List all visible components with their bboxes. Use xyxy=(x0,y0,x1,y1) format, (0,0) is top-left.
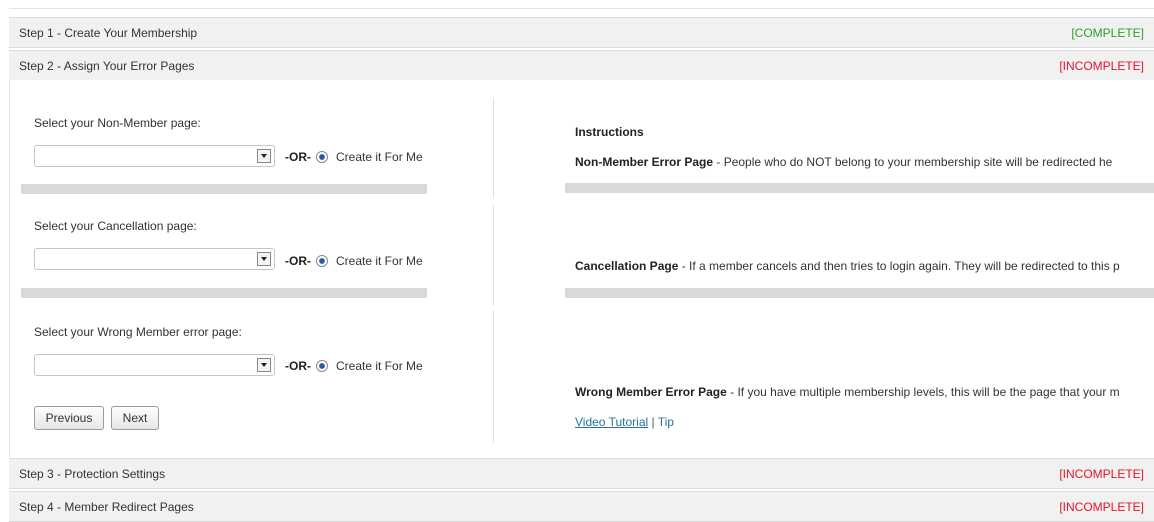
help-links: Video Tutorial | Tip xyxy=(575,415,674,429)
create-for-me-radio-icon[interactable] xyxy=(316,255,328,267)
column-divider xyxy=(493,205,494,305)
instructions-title: Instructions xyxy=(575,125,644,139)
link-separator: | xyxy=(648,415,658,429)
step-2-header[interactable]: Step 2 - Assign Your Error Pages [INCOMP… xyxy=(9,50,1154,81)
step-1-title: Step 1 - Create Your Membership xyxy=(19,26,198,40)
chevron-down-icon[interactable] xyxy=(257,252,271,266)
separator-bar xyxy=(21,288,427,298)
step-2-status: [INCOMPLETE] xyxy=(1059,59,1144,73)
cancellation-select[interactable] xyxy=(34,248,275,270)
top-divider xyxy=(9,8,1154,9)
cancellation-instruction-heading: Cancellation Page xyxy=(575,259,679,273)
cancellation-instruction-text: - If a member cancels and then tries to … xyxy=(678,259,1120,273)
video-tutorial-link[interactable]: Video Tutorial xyxy=(575,415,648,429)
non-member-label: Select your Non-Member page: xyxy=(34,116,201,130)
create-for-me-label[interactable]: Create it For Me xyxy=(336,254,423,268)
wrong-member-instruction-heading: Wrong Member Error Page xyxy=(575,385,727,399)
create-for-me-label[interactable]: Create it For Me xyxy=(336,359,423,373)
non-member-select[interactable] xyxy=(34,145,275,167)
wrong-member-select[interactable] xyxy=(34,354,275,376)
chevron-down-icon[interactable] xyxy=(257,149,271,163)
step-4-title: Step 4 - Member Redirect Pages xyxy=(19,500,194,514)
chevron-down-icon[interactable] xyxy=(257,358,271,372)
step-4-status: [INCOMPLETE] xyxy=(1059,500,1144,514)
create-for-me-radio-icon[interactable] xyxy=(316,151,328,163)
separator-bar xyxy=(565,288,1154,298)
or-label: -OR- xyxy=(285,254,311,268)
column-divider xyxy=(493,310,494,443)
non-member-instruction-text: - People who do NOT belong to your membe… xyxy=(713,155,1113,169)
step-2-title: Step 2 - Assign Your Error Pages xyxy=(19,59,195,73)
wrong-member-label: Select your Wrong Member error page: xyxy=(34,325,242,339)
wrong-member-instruction: Wrong Member Error Page - If you have mu… xyxy=(575,385,1154,399)
non-member-instruction-heading: Non-Member Error Page xyxy=(575,155,714,169)
create-for-me-radio-icon[interactable] xyxy=(316,360,328,372)
separator-bar xyxy=(21,184,427,194)
or-label: -OR- xyxy=(285,150,311,164)
cancellation-label: Select your Cancellation page: xyxy=(34,219,197,233)
create-for-me-label[interactable]: Create it For Me xyxy=(336,150,423,164)
step-3-header[interactable]: Step 3 - Protection Settings [INCOMPLETE… xyxy=(9,458,1154,489)
step-3-title: Step 3 - Protection Settings xyxy=(19,467,166,481)
tip-link[interactable]: Tip xyxy=(658,415,674,429)
or-label: -OR- xyxy=(285,359,311,373)
next-button[interactable]: Next xyxy=(111,406,159,430)
cancellation-instruction: Cancellation Page - If a member cancels … xyxy=(575,259,1154,273)
step-1-header[interactable]: Step 1 - Create Your Membership [COMPLET… xyxy=(9,17,1154,48)
non-member-instruction: Non-Member Error Page - People who do NO… xyxy=(575,155,1154,169)
column-divider xyxy=(493,98,494,198)
step-3-status: [INCOMPLETE] xyxy=(1059,467,1144,481)
wrong-member-instruction-text: - If you have multiple membership levels… xyxy=(726,385,1120,399)
previous-button[interactable]: Previous xyxy=(34,406,104,430)
step-1-status: [COMPLETE] xyxy=(1071,26,1144,40)
step-4-header[interactable]: Step 4 - Member Redirect Pages [INCOMPLE… xyxy=(9,491,1154,522)
separator-bar xyxy=(565,183,1154,193)
